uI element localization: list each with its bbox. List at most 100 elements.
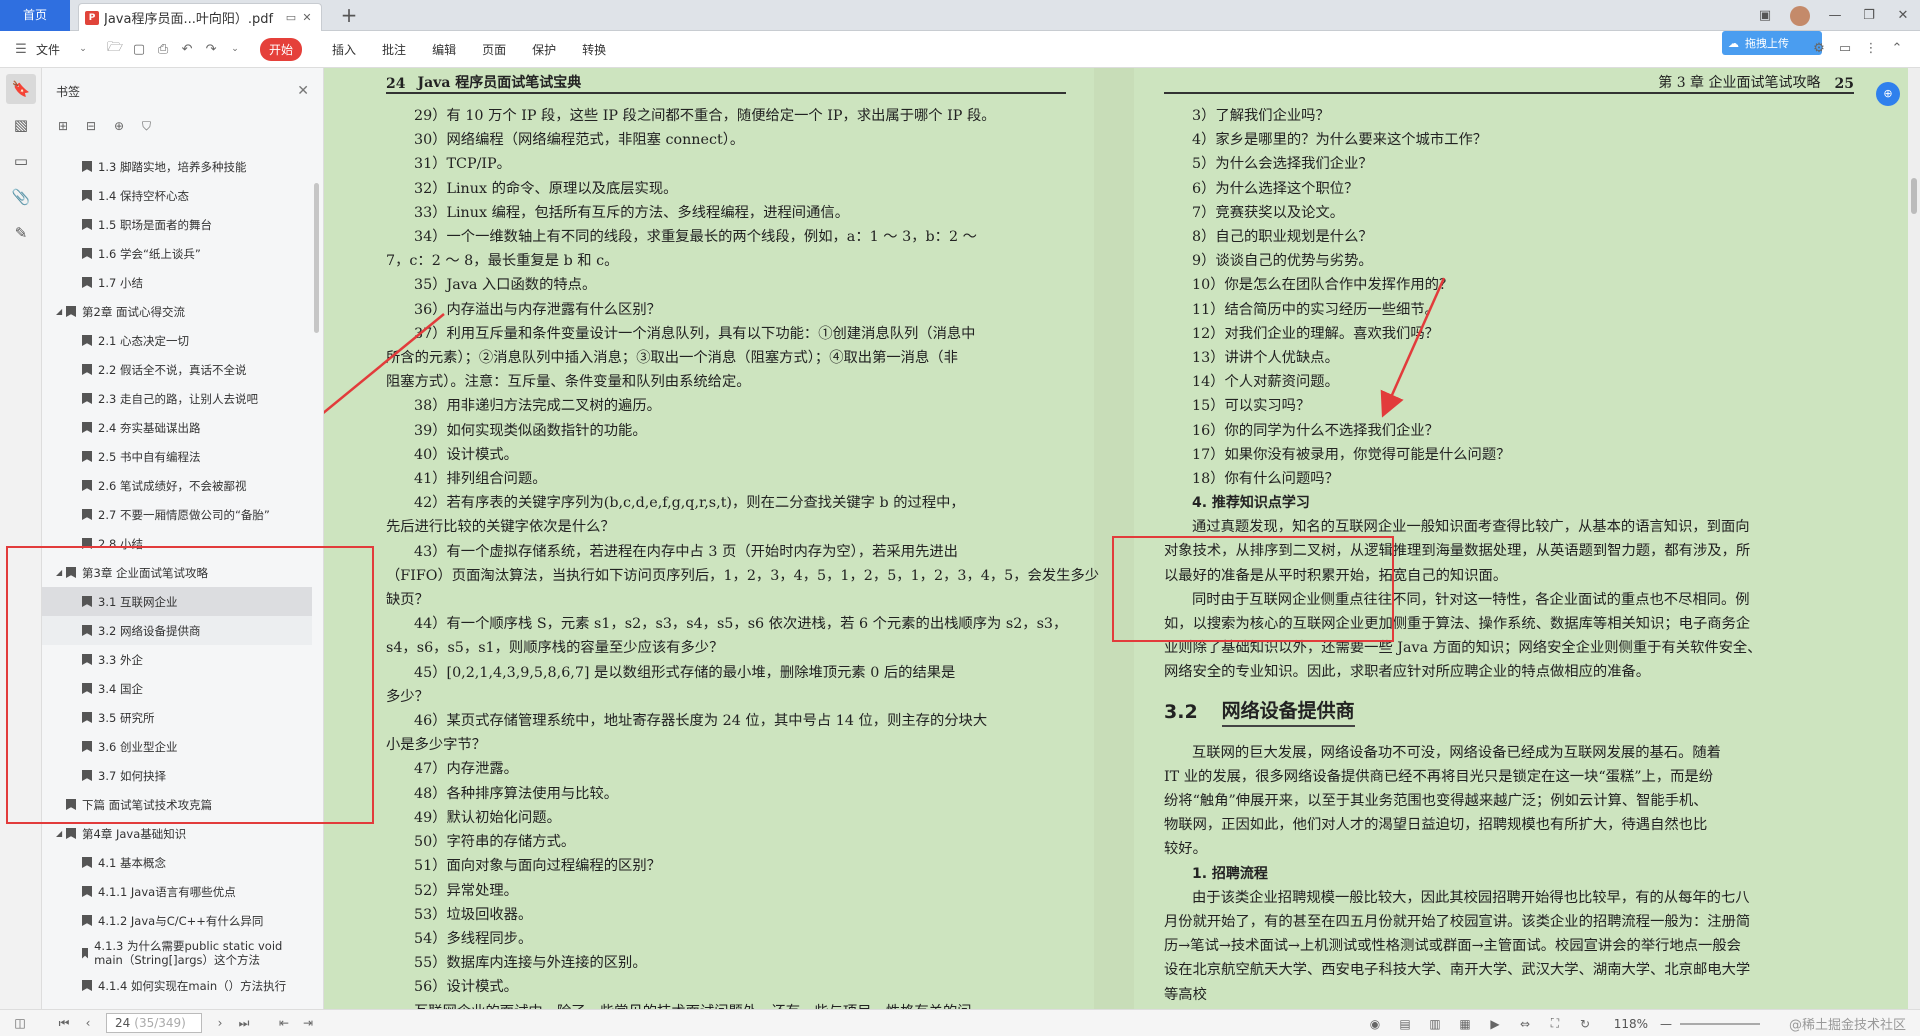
bookmark-mark-icon [82,509,92,520]
undo-icon[interactable]: ↶ [178,42,196,57]
add-bookmark-icon[interactable]: ⊕ [114,119,142,133]
minimize-icon[interactable]: — [1818,8,1852,23]
back-icon[interactable]: ⇤ [272,1016,296,1030]
bookmark-item[interactable]: 2.7 不要一厢情愿做公司的“备胎” [42,500,312,529]
bookmark-item[interactable]: 2.6 笔试成绩好，不会被鄙视 [42,471,312,500]
start-tab[interactable]: 开始 [260,37,303,61]
close-panel-icon[interactable]: ✕ [297,83,309,99]
more-options-icon[interactable]: ⋮ [1858,41,1884,56]
sidebar-toggle-icon[interactable]: ◫ [8,1016,32,1030]
bookmark-item[interactable]: 3.4 国企 [42,674,312,703]
restore-icon[interactable]: ❐ [1852,8,1886,23]
page-input[interactable]: 24 (35/349) [106,1013,202,1033]
next-page-icon[interactable]: › [208,1016,232,1030]
signature-icon[interactable]: ✎ [6,218,36,248]
close-window-icon[interactable]: ✕ [1886,8,1920,23]
bookmark-item[interactable]: 2.5 书中自有编程法 [42,442,312,471]
bookmark-item[interactable]: 3.5 研究所 [42,703,312,732]
expand-arrow-icon[interactable]: ◢ [56,568,66,577]
bookmark-item[interactable]: 4.1.2 Java与C/C++有什么异同 [42,906,312,935]
bookmark-item[interactable]: 4.1.1 Java语言有哪些优点 [42,877,312,906]
bookmark-item[interactable]: ◢ 第4章 Java基础知识 [42,819,312,848]
floating-tool-icon[interactable]: ⊕ [1876,82,1900,106]
open-folder-icon[interactable]: 🗁 [106,38,124,60]
layout-icon[interactable]: ▣ [1748,8,1782,23]
bookmark-item[interactable]: ◢ 第3章 企业面试笔试攻略 [42,558,312,587]
bookmark-label: 第4章 Java基础知识 [82,826,187,841]
bookmark-item[interactable]: 4.1.3 为什么需要public static void main（Strin… [42,935,312,971]
window-controls: ▣ — ❐ ✕ [1748,0,1920,31]
save-icon[interactable]: ▢ [130,42,148,57]
zoom-level[interactable]: 118% [1614,1017,1648,1031]
chevron-down-icon[interactable]: ⌄ [74,44,92,54]
bookmark-item[interactable]: 1.4 保持空杯心态 [42,181,312,210]
fit-page-icon[interactable]: ⛶ [1540,1016,1570,1031]
settings-icon[interactable]: ⚙ [1806,41,1832,56]
scroll-thumb[interactable] [1911,178,1917,214]
expand-all-icon[interactable]: ⊞ [58,119,86,133]
first-page-icon[interactable]: ⏮ [52,1016,76,1031]
prev-page-icon[interactable]: ‹ [76,1016,100,1030]
bookmark-item[interactable]: 3.3 外企 [42,645,312,674]
tab-document[interactable]: P Java程序员面...叶向阳）.pdf ▭ ✕ [78,3,322,31]
bookmark-item[interactable]: 2.2 假话全不说，真话不全说 [42,355,312,384]
bookmark-item[interactable]: 3.2 网络设备提供商 [42,616,312,645]
bookmark-item[interactable]: 2.3 走自己的路，让别人去说吧 [42,384,312,413]
print-icon[interactable]: ⎙ [154,42,172,57]
forward-icon[interactable]: ⇥ [296,1016,320,1030]
bookmark-add-icon[interactable]: ⛉ [142,119,170,134]
menu-protect[interactable]: 保护 [532,41,556,58]
more-icon[interactable]: ⌄ [226,44,244,54]
play-icon[interactable]: ▶ [1480,1017,1510,1031]
bookmark-item[interactable]: 3.1 互联网企业 [42,587,312,616]
last-page-icon[interactable]: ⏭ [232,1016,256,1031]
bookmark-label: 2.3 走自己的路，让别人去说吧 [98,391,258,406]
tab-home[interactable]: 首页 [0,0,70,31]
document-scrollbar[interactable] [1908,68,1920,1009]
comment-icon[interactable]: ▭ [1832,41,1858,56]
bookmark-scrollbar[interactable] [314,183,319,333]
bookmark-item[interactable]: 4.1 基本概念 [42,848,312,877]
bookmark-item[interactable]: 3.7 如何抉择 [42,761,312,790]
bookmark-icon[interactable]: 🔖 [6,74,36,104]
bookmark-item[interactable]: 1.7 小结 [42,268,312,297]
attachment-icon[interactable]: 📎 [6,182,36,212]
expand-arrow-icon[interactable]: ◢ [56,829,66,838]
expand-arrow-icon[interactable]: ◢ [56,307,66,316]
menu-insert[interactable]: 插入 [332,41,356,58]
eye-icon[interactable]: ◉ [1360,1017,1390,1031]
collapse-icon[interactable]: ⌃ [1884,41,1910,56]
bookmark-item[interactable]: 2.8 小结 [42,529,312,558]
bookmark-item[interactable]: 2.4 夯实基础谋出路 [42,413,312,442]
zoom-slider[interactable] [1680,1022,1760,1025]
bookmark-item[interactable]: 1.3 脚踏实地，培养多种技能 [42,152,312,181]
avatar[interactable] [1790,5,1810,26]
two-page-icon[interactable]: ▦ [1450,1017,1480,1031]
menu-icon[interactable]: ☰ [12,42,30,57]
single-page-icon[interactable]: ▤ [1390,1017,1420,1031]
bookmark-item[interactable]: ◢ 第2章 面试心得交流 [42,297,312,326]
menu-annotate[interactable]: 批注 [382,41,406,58]
zoom-out-icon[interactable]: — [1660,1017,1672,1031]
redo-icon[interactable]: ↷ [202,42,220,57]
bookmark-item[interactable]: 3.6 创业型企业 [42,732,312,761]
bookmark-item[interactable]: 1.5 职场是面者的舞台 [42,210,312,239]
bookmark-mark-icon [82,190,92,201]
new-tab-button[interactable]: + [336,3,362,29]
menu-convert[interactable]: 转换 [582,41,606,58]
continuous-icon[interactable]: ▥ [1420,1017,1450,1031]
bookmark-item[interactable]: 4.1.4 如何实现在main（）方法执行 [42,971,312,1000]
comment-panel-icon[interactable]: ▭ [6,146,36,176]
close-icon[interactable]: ✕ [299,11,315,24]
file-menu[interactable]: 文件 [36,41,60,58]
menu-edit[interactable]: 编辑 [432,41,456,58]
bookmark-item[interactable]: 1.6 学会“纸上谈兵” [42,239,312,268]
rotate-icon[interactable]: ↻ [1570,1017,1600,1031]
bookmark-item[interactable]: 下篇 面试笔试技术攻克篇 [42,790,312,819]
bookmark-item[interactable]: 2.1 心态决定一切 [42,326,312,355]
thumbnail-icon[interactable]: ▧ [6,110,36,140]
monitor-icon[interactable]: ▭ [283,11,299,24]
collapse-all-icon[interactable]: ⊟ [86,119,114,133]
menu-page[interactable]: 页面 [482,41,506,58]
fit-width-icon[interactable]: ⇔ [1510,1017,1540,1031]
